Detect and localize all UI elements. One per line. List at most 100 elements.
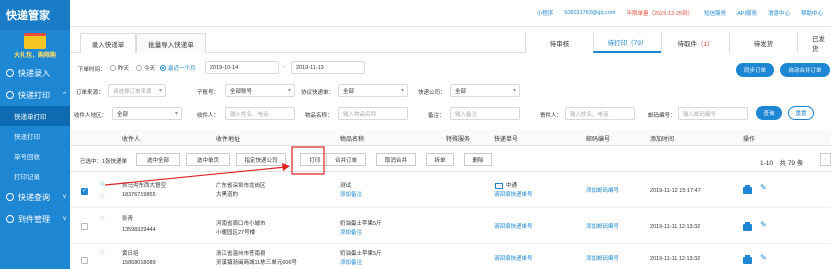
protocol-label: 协议快递单： (301, 90, 335, 96)
tab-pending-pickup[interactable]: 待取件 （1） (661, 33, 729, 53)
item-input[interactable]: 输入物品名称 (338, 107, 408, 120)
select-all-button[interactable]: 选中全部 (136, 153, 180, 166)
topbar-account[interactable]: 506031763@qq.com (564, 10, 615, 16)
select-page-button[interactable]: 选中单页 (186, 153, 230, 166)
postcode-label: 邮码编号： (648, 113, 676, 119)
add-postcode-link[interactable]: 添加邮码编号 (586, 187, 619, 195)
delete-button[interactable]: 删除 (464, 153, 492, 166)
app-title: 快递管家 (0, 0, 70, 30)
table-row[interactable]: ☆ ☆ 抓马沟东西大督空 18376719855 广东省深圳市龙岗区 大黑道的 … (70, 172, 831, 208)
add-time: 2019-11-11 12:13:32 (650, 256, 701, 262)
receiver-input[interactable]: 输入姓名、电话 (225, 107, 295, 120)
add-postcode-link[interactable]: 添加邮码编号 (586, 255, 619, 263)
sidebar-item-query[interactable]: 快递查询 v (0, 186, 70, 208)
address-line2: 大黑道的 (216, 192, 239, 198)
date-from-input[interactable]: 2019-10-14 (205, 61, 279, 74)
sidebar-item-arrival[interactable]: 到件管理 v (0, 208, 70, 230)
table-row[interactable]: ☆ 张青 13598329444 河南省周口市小城市 小暖园区27号楼 奶油蛋士… (70, 209, 831, 244)
col-time: 添加时间 (650, 136, 675, 143)
row-checkbox[interactable] (81, 257, 88, 264)
fill-tracking-link[interactable]: 请回填快递单号 (494, 255, 533, 263)
add-postcode-link[interactable]: 添加邮码编号 (586, 223, 619, 231)
add-remark-link[interactable]: 添加备注 (340, 229, 362, 237)
topbar-miniapp[interactable]: 小程序 (537, 9, 554, 17)
tab-entry-single[interactable]: 录入快递单 (80, 33, 136, 53)
sidebar-sub-print[interactable]: 快递打印 (0, 126, 70, 146)
address-line1: 广东省深圳市龙岗区 (216, 183, 266, 189)
postcode-input[interactable]: 输入邮码编号 (678, 107, 748, 120)
fill-tracking-link[interactable]: 请回填快递单号 (494, 223, 533, 231)
sub-account-label: 子账号： (197, 90, 220, 96)
row-checkbox[interactable] (81, 223, 88, 230)
receiver-phone: 15868018089 (122, 260, 156, 266)
search-button[interactable]: 查询 (756, 106, 782, 120)
sender-label: 寄件人： (540, 113, 563, 119)
receiver-name: 黄日培 (122, 251, 139, 257)
star-icon[interactable]: ☆ (99, 180, 105, 188)
print-icon (6, 91, 14, 99)
topbar-messages[interactable]: 消息中心 (768, 9, 790, 17)
edit-icon[interactable]: ✎ (760, 183, 767, 192)
star-icon[interactable]: ☆ (99, 214, 105, 222)
protocol-select[interactable]: 全部 (338, 84, 408, 97)
date-to-input[interactable]: 2019-11-13 (291, 61, 365, 74)
topbar-sms[interactable]: 短信服务 (704, 9, 726, 17)
row-checkbox[interactable] (81, 187, 88, 195)
tab-shipped[interactable]: 已发货 (797, 33, 831, 53)
add-remark-link[interactable]: 添加备注 (340, 259, 362, 267)
promo-banner[interactable]: 大礼包，购限购 (0, 30, 70, 62)
sidebar-sub-records[interactable]: 打印记录 (0, 166, 70, 186)
sub-account-select[interactable]: 全部账号 (225, 84, 295, 97)
order-source-select[interactable]: 请选择订单来源 (108, 84, 166, 97)
fill-tracking-link[interactable]: 请回填快递单号 (494, 191, 533, 199)
sidebar-item-entry[interactable]: 快递录入 (0, 62, 70, 84)
sidebar-item-print[interactable]: 快递打印 ^ (0, 84, 70, 106)
order-source-label: 订单来源： (76, 90, 104, 96)
promo-text: 大礼包，购限购 (13, 53, 56, 59)
topbar-plan[interactable]: 不限单量（2023-12-25到） (626, 9, 693, 17)
sync-order-button[interactable]: 同步订单 (736, 63, 774, 77)
prev-page-icon[interactable]: ‹ (820, 153, 831, 166)
address-line1: 浙江省温州市苍南县 (216, 251, 266, 257)
split-order-button[interactable]: 拆单 (426, 153, 454, 166)
top-bar: 小程序 506031763@qq.com 不限单量（2023-12-25到） 短… (70, 0, 831, 27)
chevron-down-icon: v (63, 194, 66, 200)
merge-order-button[interactable]: 合并订单 (326, 153, 366, 166)
receiver-name: 抓马沟东西大督空 (122, 183, 167, 189)
edit-icon[interactable]: ✎ (760, 253, 767, 262)
topbar-help[interactable]: 帮助中心 (801, 9, 823, 17)
topbar-api[interactable]: API服务 (737, 9, 757, 17)
tab-batch-import[interactable]: 批量导入快递单 (136, 33, 206, 53)
chevron-up-icon: ^ (63, 92, 66, 98)
carrier-name: 中通 (506, 183, 518, 189)
tab-pending-ship[interactable]: 待发货 (729, 33, 797, 53)
radio-last-month[interactable]: 最近一个月 (160, 64, 196, 72)
assign-carrier-button[interactable]: 指定快递公司 (236, 153, 286, 166)
reset-button[interactable]: 重置 (788, 106, 814, 120)
printer-icon[interactable] (743, 222, 752, 231)
edit-icon[interactable]: ✎ (760, 220, 767, 229)
printer-icon[interactable] (743, 255, 752, 264)
company-label: 快递公司： (418, 90, 446, 96)
sender-input[interactable]: 输入姓名、电话 (565, 107, 635, 120)
sidebar: 快递管家 大礼包，购限购 快递录入 快递打印 ^ 快递单打印 快递打印 单号回收 … (0, 0, 70, 269)
table-row[interactable]: ☆ 黄日培 15868018089 浙江省温州市苍南县 灵溪镇浙闽商城11栋三单… (70, 245, 831, 269)
remark-input[interactable]: 输入备注 (450, 107, 520, 120)
entry-icon (6, 69, 14, 77)
address-line1: 河南省周口市小城市 (216, 221, 266, 227)
region-select[interactable]: 全部 (112, 107, 182, 120)
sidebar-sub-print-list[interactable]: 快递单打印 (0, 106, 70, 126)
company-select[interactable]: 全部 (450, 84, 520, 97)
auto-merge-button[interactable]: 自动合并订单 (780, 63, 830, 77)
sidebar-sub-recycle[interactable]: 单号回收 (0, 146, 70, 166)
chevron-down-icon: v (63, 216, 66, 222)
radio-today[interactable]: 今天 (136, 64, 155, 72)
radio-yesterday[interactable]: 昨天 (110, 64, 129, 72)
printer-icon[interactable] (743, 185, 752, 194)
tab-pending-print[interactable]: 待打印 （79） (593, 33, 661, 53)
star-icon[interactable]: ☆ (99, 248, 105, 256)
star-icon[interactable]: ☆ (99, 192, 105, 200)
tab-pending-review[interactable]: 待审核 (525, 33, 593, 53)
add-remark-link[interactable]: 添加备注 (340, 191, 362, 199)
cancel-merge-button[interactable]: 取消合并 (376, 153, 416, 166)
